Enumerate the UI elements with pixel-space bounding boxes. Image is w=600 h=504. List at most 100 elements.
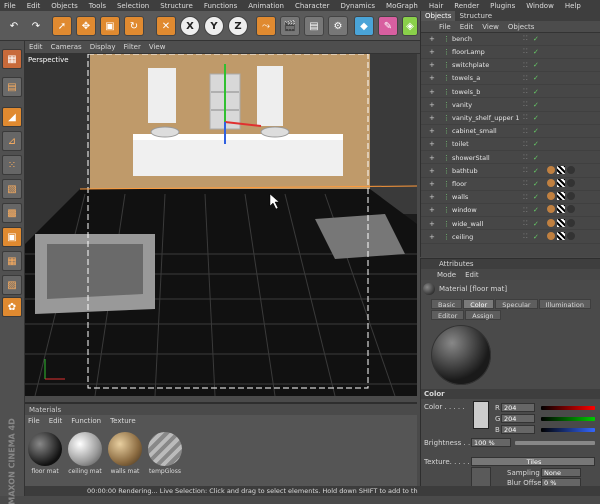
expand-icon[interactable]: + [429,88,435,96]
expand-icon[interactable]: + [429,206,435,214]
z-axis-lock-button[interactable]: Z [228,16,248,36]
visibility-dots-icon[interactable]: ⁚⁚ [523,207,529,214]
material-swatch[interactable]: floor mat [27,432,63,480]
visibility-dots-icon[interactable]: ⁚⁚ [523,220,529,227]
visibility-dots-icon[interactable]: ⁚⁚ [523,88,529,95]
objects-menu-item-1[interactable]: Edit [460,23,474,31]
enabled-check-icon[interactable]: ✓ [533,88,539,96]
object-mode-icon[interactable]: ▤ [2,77,22,97]
render-picture-viewer-icon[interactable]: ▤ [304,16,324,36]
points-mode-icon[interactable]: ⁙ [2,155,22,175]
menu-item-13[interactable]: Plugins [490,2,515,10]
cube-icon[interactable]: ◆ [354,16,374,36]
material-tags[interactable] [547,231,597,242]
b-slider[interactable] [541,428,595,432]
visibility-dots-icon[interactable]: ⁚⁚ [523,180,529,187]
texture-tag-icon[interactable] [547,231,555,240]
menu-item-0[interactable]: File [4,2,16,10]
expand-icon[interactable]: + [429,193,435,201]
material-tag-icon[interactable] [567,218,575,227]
menu-item-3[interactable]: Tools [89,2,106,10]
x-axis-lock-button[interactable]: X [180,16,200,36]
visibility-dots-icon[interactable]: ⁚⁚ [523,62,529,69]
material-tags[interactable] [547,218,597,229]
visibility-dots-icon[interactable]: ⁚⁚ [523,114,529,121]
object-row[interactable]: + ⋮ bathtub ⁚⁚ ✓ [421,165,600,178]
object-row[interactable]: + ⋮ switchplate ⁚⁚ ✓ [421,59,600,72]
material-tag-icon[interactable] [567,178,575,187]
object-row[interactable]: + ⋮ vanity_shelf_upper 1 ⁚⁚ ✓ [421,112,600,125]
object-row[interactable]: + ⋮ ceiling ⁚⁚ ✓ [421,231,600,244]
checker-tag-icon[interactable] [557,205,565,214]
material-tag-icon[interactable] [567,192,575,201]
material-tag-icon[interactable] [567,231,575,240]
expand-icon[interactable]: + [429,35,435,43]
texture-tag-icon[interactable] [547,165,555,174]
material-swatch[interactable]: walls mat [107,432,143,480]
tab-color[interactable]: Color [463,299,495,309]
menu-item-11[interactable]: Hair [429,2,443,10]
visibility-dots-icon[interactable]: ⁚⁚ [523,154,529,161]
g-slider[interactable] [541,417,595,421]
enabled-check-icon[interactable]: ✓ [533,167,539,175]
enabled-check-icon[interactable]: ✓ [533,220,539,228]
axis-mode-icon[interactable]: ⊿ [2,131,22,151]
materials-menu-item-1[interactable]: Edit [49,417,63,425]
expand-icon[interactable]: + [429,127,435,135]
expand-icon[interactable]: + [429,233,435,241]
expand-icon[interactable]: + [429,180,435,188]
enabled-check-icon[interactable]: ✓ [533,233,539,241]
expand-icon[interactable]: + [429,154,435,162]
visibility-dots-icon[interactable]: ⁚⁚ [523,128,529,135]
expand-icon[interactable]: + [429,74,435,82]
material-tags[interactable] [547,192,597,202]
visibility-dots-icon[interactable]: ⁚⁚ [523,75,529,82]
tab-assign[interactable]: Assign [465,310,501,320]
texture-tag-icon[interactable] [547,218,555,227]
enabled-check-icon[interactable]: ✓ [533,74,539,82]
object-row[interactable]: + ⋮ wide_wall ⁚⁚ ✓ [421,218,600,231]
objects-menu-item-2[interactable]: View [482,23,499,31]
paint-icon[interactable]: ✿ [2,297,22,317]
enabled-check-icon[interactable]: ✓ [533,193,539,201]
enabled-check-icon[interactable]: ✓ [533,206,539,214]
materials-menu-item-2[interactable]: Function [71,417,101,425]
checker-tag-icon[interactable] [557,218,565,227]
menu-item-4[interactable]: Selection [117,2,149,10]
expand-icon[interactable]: + [429,114,435,122]
object-row[interactable]: + ⋮ bench ⁚⁚ ✓ [421,33,600,46]
material-swatch[interactable]: tempGloss [147,432,183,480]
snap-icon[interactable]: ▨ [2,275,22,295]
texture-tag-icon[interactable] [547,192,555,201]
menu-item-1[interactable]: Edit [27,2,41,10]
menu-item-14[interactable]: Window [526,2,554,10]
enabled-check-icon[interactable]: ✓ [533,180,539,188]
texture-tag-icon[interactable] [547,178,555,187]
sampling-dropdown[interactable]: None [541,468,581,477]
tab-basic[interactable]: Basic [431,299,463,309]
enabled-check-icon[interactable]: ✓ [533,48,539,56]
enabled-check-icon[interactable]: ✓ [533,114,539,122]
menu-item-12[interactable]: Render [454,2,479,10]
tweak-mode-icon[interactable]: ▣ [2,227,22,247]
viewport-menu-item-2[interactable]: Display [90,43,116,51]
object-row[interactable]: + ⋮ vanity ⁚⁚ ✓ [421,99,600,112]
viewport-menu-item-4[interactable]: View [149,43,166,51]
redo-icon[interactable]: ↷ [26,16,46,36]
object-row[interactable]: + ⋮ towels_a ⁚⁚ ✓ [421,73,600,86]
brightness-field[interactable]: 100 % [471,438,511,447]
tab-editor[interactable]: Editor [431,310,465,320]
expand-icon[interactable]: + [429,220,435,228]
menu-item-9[interactable]: Dynamics [341,2,376,10]
x-axis-icon[interactable]: ✕ [156,16,176,36]
materials-menu-item-3[interactable]: Texture [110,417,136,425]
rotate-icon[interactable]: ↻ [124,16,144,36]
live-selection-icon[interactable]: ➚ [52,16,72,36]
menu-item-5[interactable]: Structure [160,2,193,10]
object-row[interactable]: + ⋮ towels_b ⁚⁚ ✓ [421,86,600,99]
object-row[interactable]: + ⋮ toilet ⁚⁚ ✓ [421,139,600,152]
visibility-dots-icon[interactable]: ⁚⁚ [523,35,529,42]
tab-specular[interactable]: Specular [495,299,538,309]
r-value-field[interactable]: 204 [501,403,535,412]
menu-item-10[interactable]: MoGraph [386,2,418,10]
